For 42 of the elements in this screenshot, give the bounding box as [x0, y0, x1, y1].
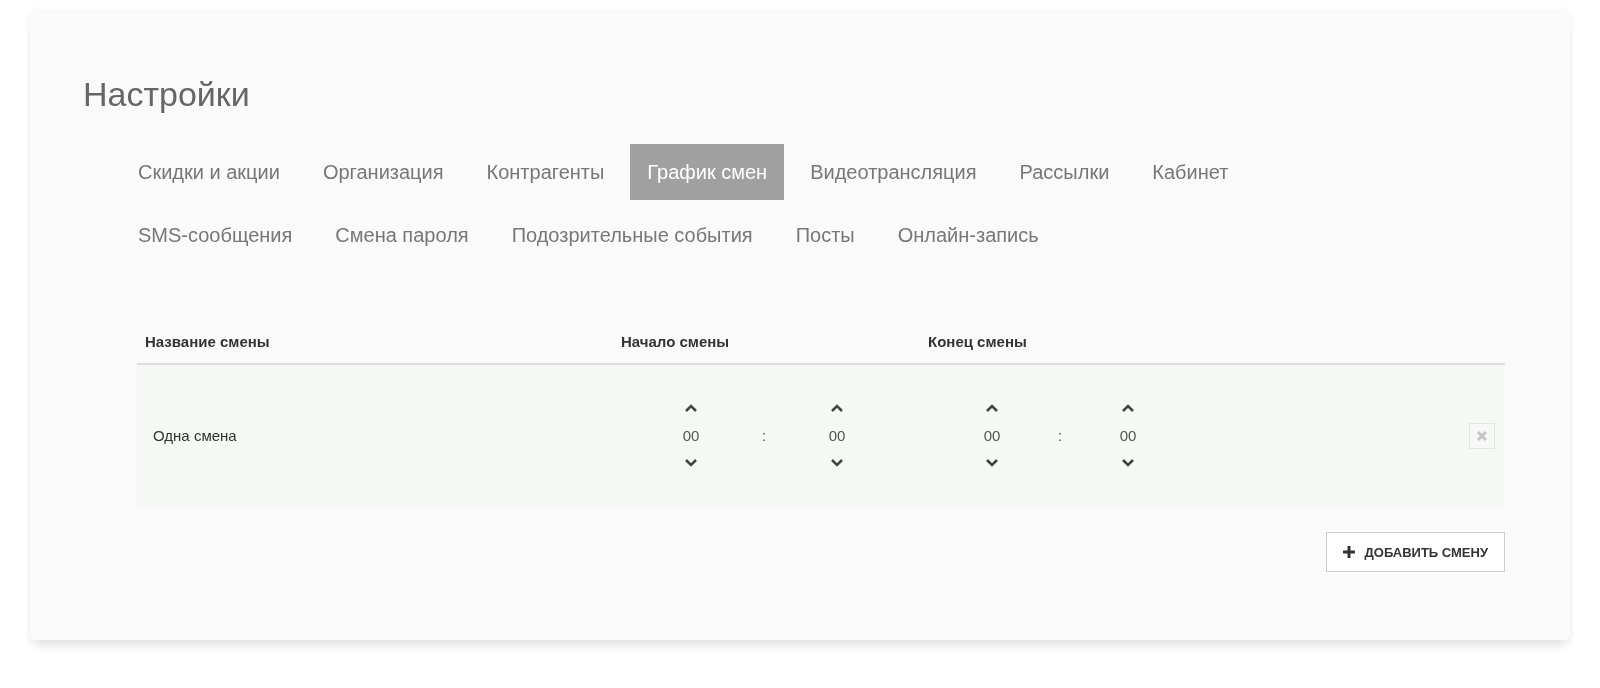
increment-button[interactable]	[985, 404, 999, 413]
page-title: Настройки	[83, 74, 251, 114]
decrement-button[interactable]	[985, 458, 999, 467]
increment-button[interactable]	[830, 404, 844, 413]
time-value: 00	[983, 427, 1001, 444]
tab[interactable]: Рассылки	[1002, 144, 1127, 200]
plus-icon	[1342, 546, 1355, 558]
close-icon	[1476, 429, 1488, 442]
tab[interactable]: Контрагенты	[469, 144, 622, 200]
chevron-up-icon	[1121, 404, 1135, 413]
tab[interactable]: Смена пароля	[318, 207, 486, 263]
increment-button[interactable]	[684, 404, 698, 413]
tab[interactable]: Онлайн-запись	[880, 207, 1056, 263]
tab[interactable]: График смен	[630, 144, 785, 200]
column-header: Название смены	[144, 333, 271, 350]
chevron-down-icon	[1121, 458, 1135, 467]
decrement-button[interactable]	[1121, 458, 1135, 467]
chevron-up-icon	[684, 404, 698, 413]
time-value: 00	[682, 427, 700, 444]
time-value: 00	[1119, 427, 1137, 444]
add-shift-button[interactable]: ДОБАВИТЬ СМЕНУ	[1325, 532, 1505, 572]
chevron-down-icon	[830, 458, 844, 467]
chevron-down-icon	[985, 458, 999, 467]
time-separator: :	[760, 427, 768, 444]
column-header: Начало смены	[621, 333, 731, 350]
tab[interactable]: SMS-сообщения	[121, 207, 310, 263]
tab[interactable]: Видеотрансляция	[793, 144, 994, 200]
shift-name: Одна смена	[152, 427, 237, 444]
tab[interactable]: Кабинет	[1135, 144, 1246, 200]
column-header: Конец смены	[928, 333, 1028, 350]
decrement-button[interactable]	[684, 458, 698, 467]
tab[interactable]: Посты	[778, 207, 872, 263]
time-value: 00	[828, 427, 846, 444]
increment-button[interactable]	[1121, 404, 1135, 413]
time-separator: :	[1056, 427, 1064, 444]
chevron-up-icon	[985, 404, 999, 413]
tab[interactable]: Скидки и акции	[121, 144, 297, 200]
tab[interactable]: Организация	[305, 144, 461, 200]
decrement-button[interactable]	[830, 458, 844, 467]
chevron-down-icon	[684, 458, 698, 467]
chevron-up-icon	[830, 404, 844, 413]
tab[interactable]: Подозрительные события	[494, 207, 770, 263]
